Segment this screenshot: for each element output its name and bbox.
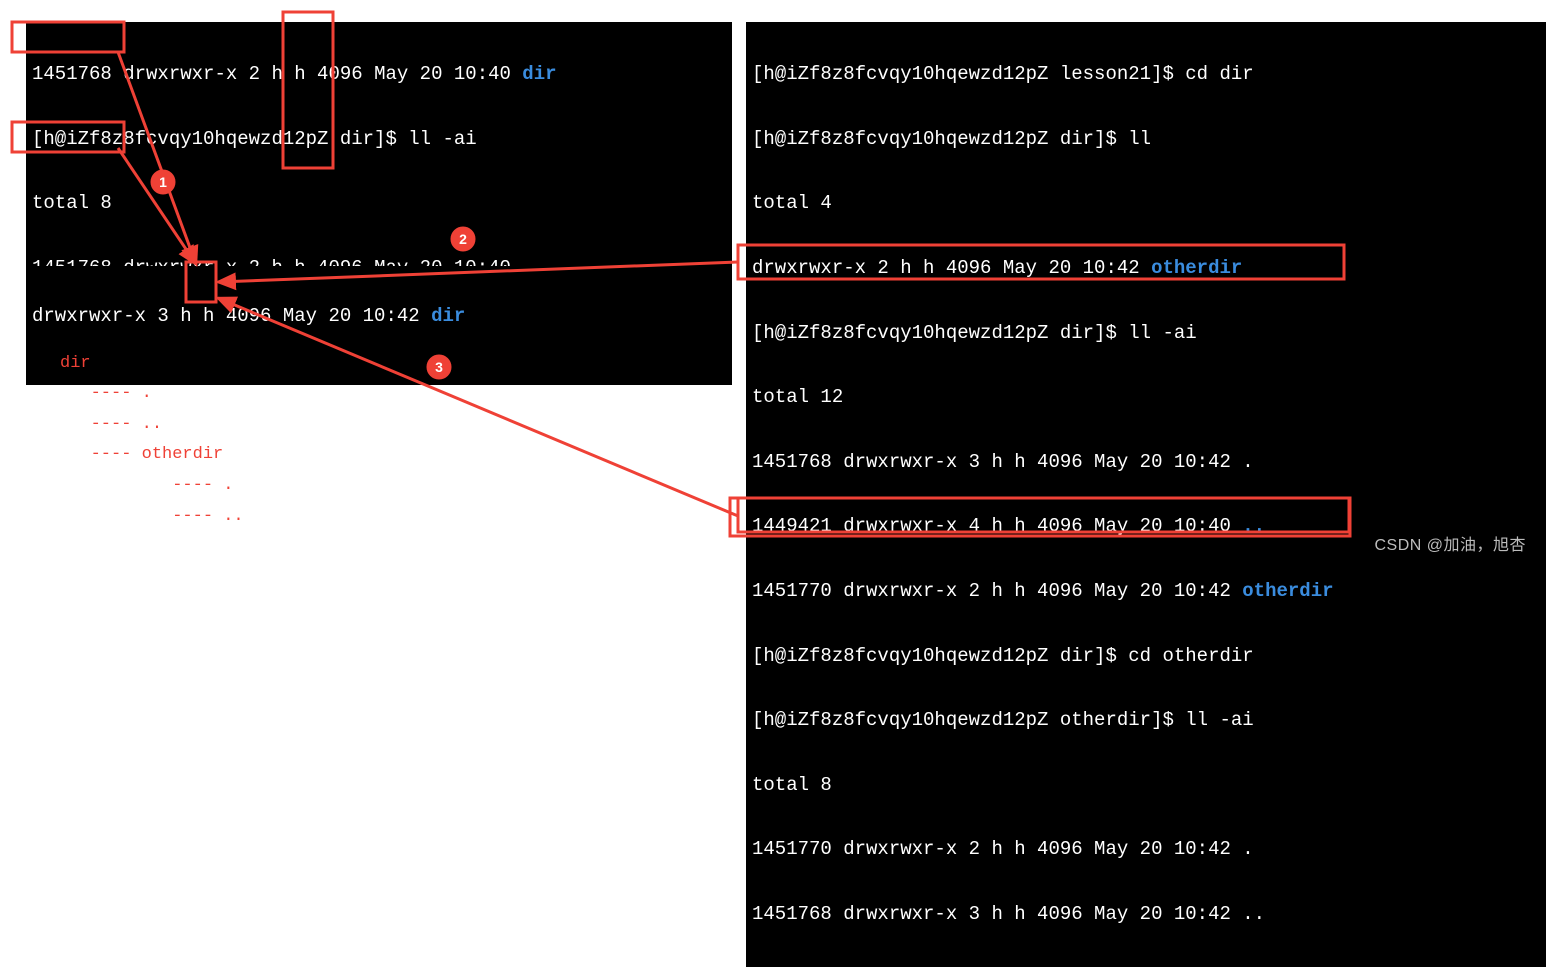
prompt-line: [h@iZf8z8fcvqy10hqewzd12pZ otherdir]$ ll… [752, 704, 1540, 736]
ls-row: 1451768 drwxrwxr-x 3 h h 4096 May 20 10:… [752, 898, 1540, 930]
tree-line: dir [60, 354, 91, 373]
prompt-line: [h@iZf8z8fcvqy10hqewzd12pZ dir]$ ll -ai [752, 317, 1540, 349]
terminal-right: [h@iZf8z8fcvqy10hqewzd12pZ lesson21]$ cd… [746, 22, 1546, 967]
ls-row: drwxrwxr-x 2 h h 4096 May 20 10:42 other… [752, 252, 1540, 284]
ls-row: 1451768 drwxrwxr-x 2 h h 4096 May 20 10:… [32, 58, 726, 90]
dir-name: otherdir [1242, 580, 1333, 602]
dotdot-entry: .. [1242, 515, 1265, 537]
tree-line: ---- .. [60, 507, 244, 526]
dir-name: dir [522, 63, 556, 85]
total-line: total 4 [752, 187, 1540, 219]
total-line: total 8 [32, 187, 726, 219]
total-line: total 12 [752, 381, 1540, 413]
prompt-line: [h@iZf8z8fcvqy10hqewzd12pZ dir]$ ll -ai [32, 123, 726, 155]
dir-name: otherdir [1151, 257, 1242, 279]
tree-line: ---- otherdir [60, 445, 223, 464]
ls-row: 1451770 drwxrwxr-x 2 h h 4096 May 20 10:… [752, 575, 1540, 607]
tree-line: ---- . [60, 476, 233, 495]
dir-tree: dir ---- . ---- .. ---- otherdir ---- . … [60, 318, 244, 532]
watermark: CSDN @加油，旭杏 [1374, 531, 1526, 555]
ls-row: 1451770 drwxrwxr-x 2 h h 4096 May 20 10:… [752, 833, 1540, 865]
ls-row: 1451768 drwxrwxr-x 3 h h 4096 May 20 10:… [752, 446, 1540, 478]
dir-name: dir [431, 305, 465, 327]
tree-line: ---- .. [60, 415, 162, 434]
prompt-line: [h@iZf8z8fcvqy10hqewzd12pZ dir]$ ll [752, 123, 1540, 155]
prompt-line: [h@iZf8z8fcvqy10hqewzd12pZ dir]$ cd othe… [752, 640, 1540, 672]
prompt-line: [h@iZf8z8fcvqy10hqewzd12pZ lesson21]$ cd… [752, 58, 1540, 90]
total-line: total 8 [752, 769, 1540, 801]
tree-line: ---- . [60, 384, 152, 403]
inode: 1451768 [32, 63, 112, 85]
